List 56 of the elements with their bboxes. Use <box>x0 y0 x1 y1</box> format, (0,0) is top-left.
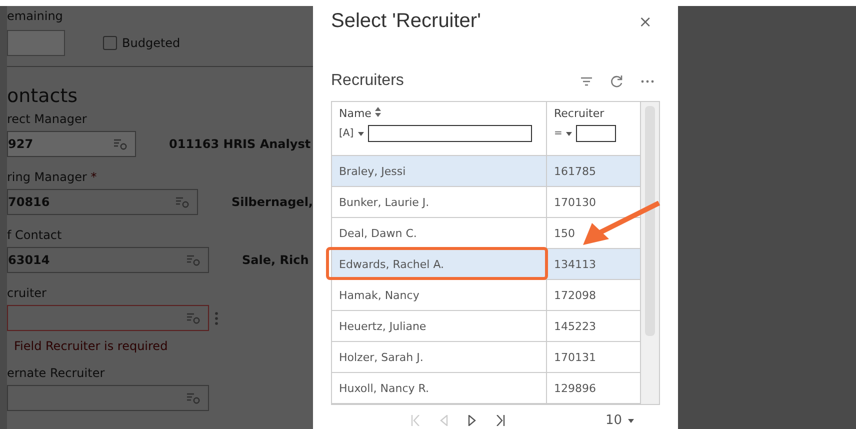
caret-icon[interactable] <box>566 132 572 136</box>
dialog-title: Select 'Recruiter' <box>331 10 481 33</box>
lookup-icon[interactable] <box>187 254 200 266</box>
scrollbar[interactable] <box>641 102 659 404</box>
table-cell[interactable]: Deal, Dawn C. <box>332 218 546 248</box>
filter-icon[interactable] <box>581 76 592 86</box>
caret-icon[interactable] <box>628 418 634 422</box>
table-cell[interactable]: 134113 <box>546 248 640 280</box>
error-message: Field Recruiter is required <box>14 339 169 353</box>
lookup-field[interactable] <box>7 385 209 411</box>
close-button[interactable]: × <box>634 10 656 33</box>
budgeted-checkbox[interactable] <box>103 36 117 50</box>
field-label: rect Manager <box>7 112 87 126</box>
table-cell[interactable]: Hamak, Nancy <box>332 280 546 310</box>
last-page-icon[interactable] <box>496 415 505 426</box>
lookup-field[interactable] <box>7 305 209 331</box>
previous-page-icon[interactable] <box>440 415 448 426</box>
field-value: 70816 <box>8 195 50 209</box>
refresh-icon[interactable] <box>610 74 623 88</box>
filter-field[interactable] <box>368 125 532 142</box>
table-cell[interactable]: Holzer, Sarah J. <box>332 342 546 372</box>
field-label: ring Manager <box>7 170 87 184</box>
field-value: 927 <box>8 137 34 151</box>
lookup-result: Sale, Rich <box>242 253 309 267</box>
filter-field[interactable] <box>576 125 616 142</box>
field-label: cruiter <box>7 286 46 300</box>
filter-operator[interactable]: = <box>554 128 562 139</box>
page-size-dropdown[interactable]: 10 <box>605 413 634 428</box>
next-page-icon[interactable] <box>468 415 476 426</box>
lookup-icon[interactable] <box>176 196 190 208</box>
table-cell[interactable]: Bunker, Laurie J. <box>332 186 546 218</box>
lookup-result: Silbernagel, <box>231 195 313 209</box>
lookup-icon[interactable] <box>187 312 200 324</box>
sort-icon[interactable] <box>374 107 381 117</box>
table-cell[interactable]: 161785 <box>546 156 640 186</box>
column-header[interactable]: Recruiter <box>554 107 604 120</box>
more-icon[interactable] <box>215 312 218 324</box>
lookup-icon[interactable] <box>187 392 200 404</box>
more-icon[interactable] <box>641 80 654 82</box>
field-value: 63014 <box>8 253 50 267</box>
filter-operator[interactable]: [A] <box>339 128 354 139</box>
budgeted-label: Budgeted <box>122 36 180 50</box>
table-cell[interactable]: Huxoll, Nancy R. <box>332 372 546 404</box>
table-cell[interactable]: Braley, Jessi <box>332 156 546 186</box>
remaining-field[interactable] <box>7 30 65 56</box>
required-mark: * <box>90 170 97 184</box>
caret-icon[interactable] <box>358 132 364 136</box>
table-cell[interactable]: Heuertz, Juliane <box>332 310 546 342</box>
lookup-result: 011163 HRIS Analyst <box>169 137 311 151</box>
column-header[interactable]: Name <box>339 107 372 120</box>
list-title: Recruiters <box>331 72 404 90</box>
first-page-icon[interactable] <box>411 415 420 426</box>
field-label: ernate Recruiter <box>7 366 105 380</box>
field-label: f Contact <box>7 228 62 242</box>
section-title: ontacts <box>7 85 79 107</box>
remaining-label: emaining <box>7 8 64 24</box>
